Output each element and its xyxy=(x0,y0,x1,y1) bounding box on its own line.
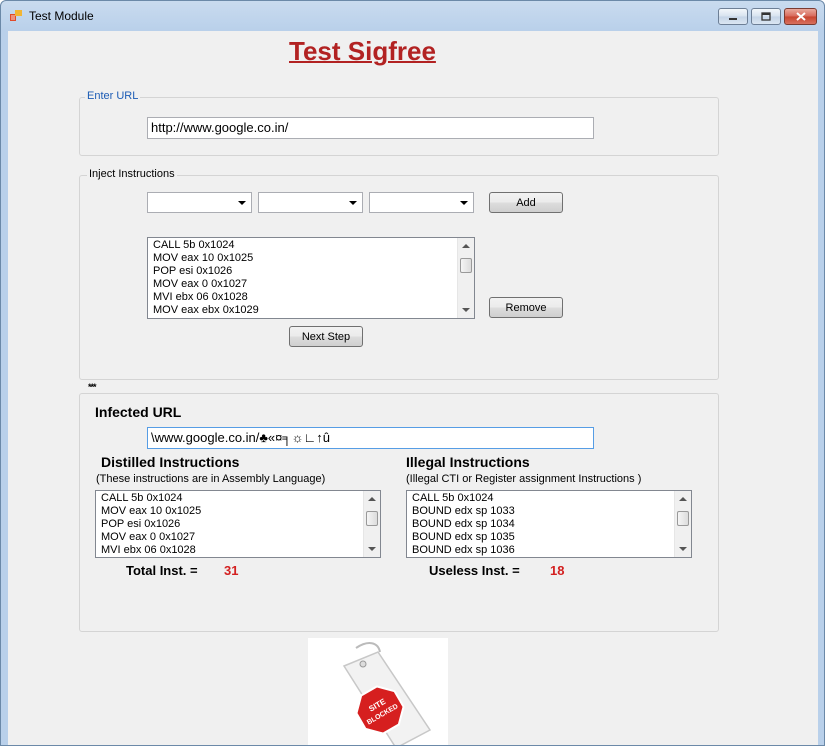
separator-mark: *** xyxy=(88,382,96,392)
chevron-down-icon xyxy=(238,201,246,205)
chevron-down-icon xyxy=(349,201,357,205)
scroll-up-icon[interactable] xyxy=(679,497,687,501)
list-item[interactable]: POP esi 0x1026 xyxy=(101,518,201,531)
chevron-down-icon xyxy=(460,201,468,205)
illegal-note: (Illegal CTI or Register assignment Inst… xyxy=(406,473,642,485)
useless-inst-value: 18 xyxy=(550,563,565,578)
list-item[interactable]: BOUND edx sp 1036 xyxy=(412,544,515,557)
list-item[interactable]: MOV eax 10 0x1025 xyxy=(101,505,201,518)
infected-url-label: Infected URL xyxy=(95,404,182,420)
scroll-thumb[interactable] xyxy=(366,511,378,526)
form-client-area: Test Sigfree Enter URL http://www.google… xyxy=(8,31,818,745)
illegal-list[interactable]: CALL 5b 0x1024 BOUND edx sp 1033 BOUND e… xyxy=(406,490,692,558)
list-item[interactable]: BOUND edx sp 1033 xyxy=(412,505,515,518)
url-input[interactable]: http://www.google.co.in/ xyxy=(147,117,594,139)
scroll-thumb[interactable] xyxy=(460,258,472,273)
inject-group-label: Inject Instructions xyxy=(87,168,177,180)
list-item[interactable]: CALL 5b 0x1024 xyxy=(153,239,259,252)
scroll-up-icon[interactable] xyxy=(462,244,470,248)
instruction-list[interactable]: CALL 5b 0x1024 MOV eax 10 0x1025 POP esi… xyxy=(147,237,475,319)
scroll-thumb[interactable] xyxy=(677,511,689,526)
distilled-list-scrollbar[interactable] xyxy=(363,491,380,557)
list-item[interactable]: MVI ebx 06 0x1028 xyxy=(153,291,259,304)
list-item[interactable]: CALL 5b 0x1024 xyxy=(412,492,515,505)
window-title: Test Module xyxy=(29,9,94,23)
minimize-button[interactable] xyxy=(718,8,748,25)
scroll-down-icon[interactable] xyxy=(679,547,687,551)
distilled-title: Distilled Instructions xyxy=(101,454,240,470)
instruction-list-scrollbar[interactable] xyxy=(457,238,474,318)
list-item[interactable]: MVI ebx 06 0x1028 xyxy=(101,544,201,557)
close-icon xyxy=(795,12,806,21)
illegal-title: Illegal Instructions xyxy=(406,454,530,470)
close-button[interactable] xyxy=(784,8,817,25)
add-button[interactable]: Add xyxy=(489,192,563,213)
site-blocked-tag-icon: SITE BLOCKED xyxy=(342,642,432,745)
app-window: Test Module Test Sigfree Enter URL http:… xyxy=(0,0,825,746)
app-icon xyxy=(10,10,22,21)
total-inst-value: 31 xyxy=(224,563,239,578)
scroll-up-icon[interactable] xyxy=(368,497,376,501)
site-blocked-image: SITE BLOCKED xyxy=(308,638,448,745)
minimize-icon xyxy=(729,17,737,20)
list-item[interactable]: CALL 5b 0x1024 xyxy=(101,492,201,505)
list-item[interactable]: BOUND edx sp 1034 xyxy=(412,518,515,531)
total-inst-label: Total Inst. = xyxy=(126,563,198,578)
list-item[interactable]: BOUND edx sp 1035 xyxy=(412,531,515,544)
illegal-list-scrollbar[interactable] xyxy=(674,491,691,557)
list-item[interactable]: POP esi 0x1026 xyxy=(153,265,259,278)
remove-button[interactable]: Remove xyxy=(489,297,563,318)
list-item[interactable]: MOV eax 0 0x1027 xyxy=(153,278,259,291)
infected-url-input[interactable]: \www.google.co.in/♣«¤╕☼∟↑û xyxy=(147,427,594,449)
list-item[interactable]: MOV eax 0 0x1027 xyxy=(101,531,201,544)
distilled-list[interactable]: CALL 5b 0x1024 MOV eax 10 0x1025 POP esi… xyxy=(95,490,381,558)
useless-inst-label: Useless Inst. = xyxy=(429,563,520,578)
instruction-combo[interactable] xyxy=(147,192,252,213)
list-item[interactable]: MOV eax 10 0x1025 xyxy=(153,252,259,265)
maximize-button[interactable] xyxy=(751,8,781,25)
operand1-combo[interactable] xyxy=(258,192,363,213)
scroll-down-icon[interactable] xyxy=(368,547,376,551)
url-group-label: Enter URL xyxy=(85,90,141,102)
list-item[interactable]: MOV eax ebx 0x1029 xyxy=(153,304,259,317)
distilled-note: (These instructions are in Assembly Lang… xyxy=(96,473,326,485)
maximize-icon xyxy=(761,12,771,21)
page-title: Test Sigfree xyxy=(289,36,436,66)
operand2-combo[interactable] xyxy=(369,192,474,213)
next-step-button[interactable]: Next Step xyxy=(289,326,363,347)
scroll-down-icon[interactable] xyxy=(462,308,470,312)
title-bar[interactable]: Test Module xyxy=(1,1,824,31)
